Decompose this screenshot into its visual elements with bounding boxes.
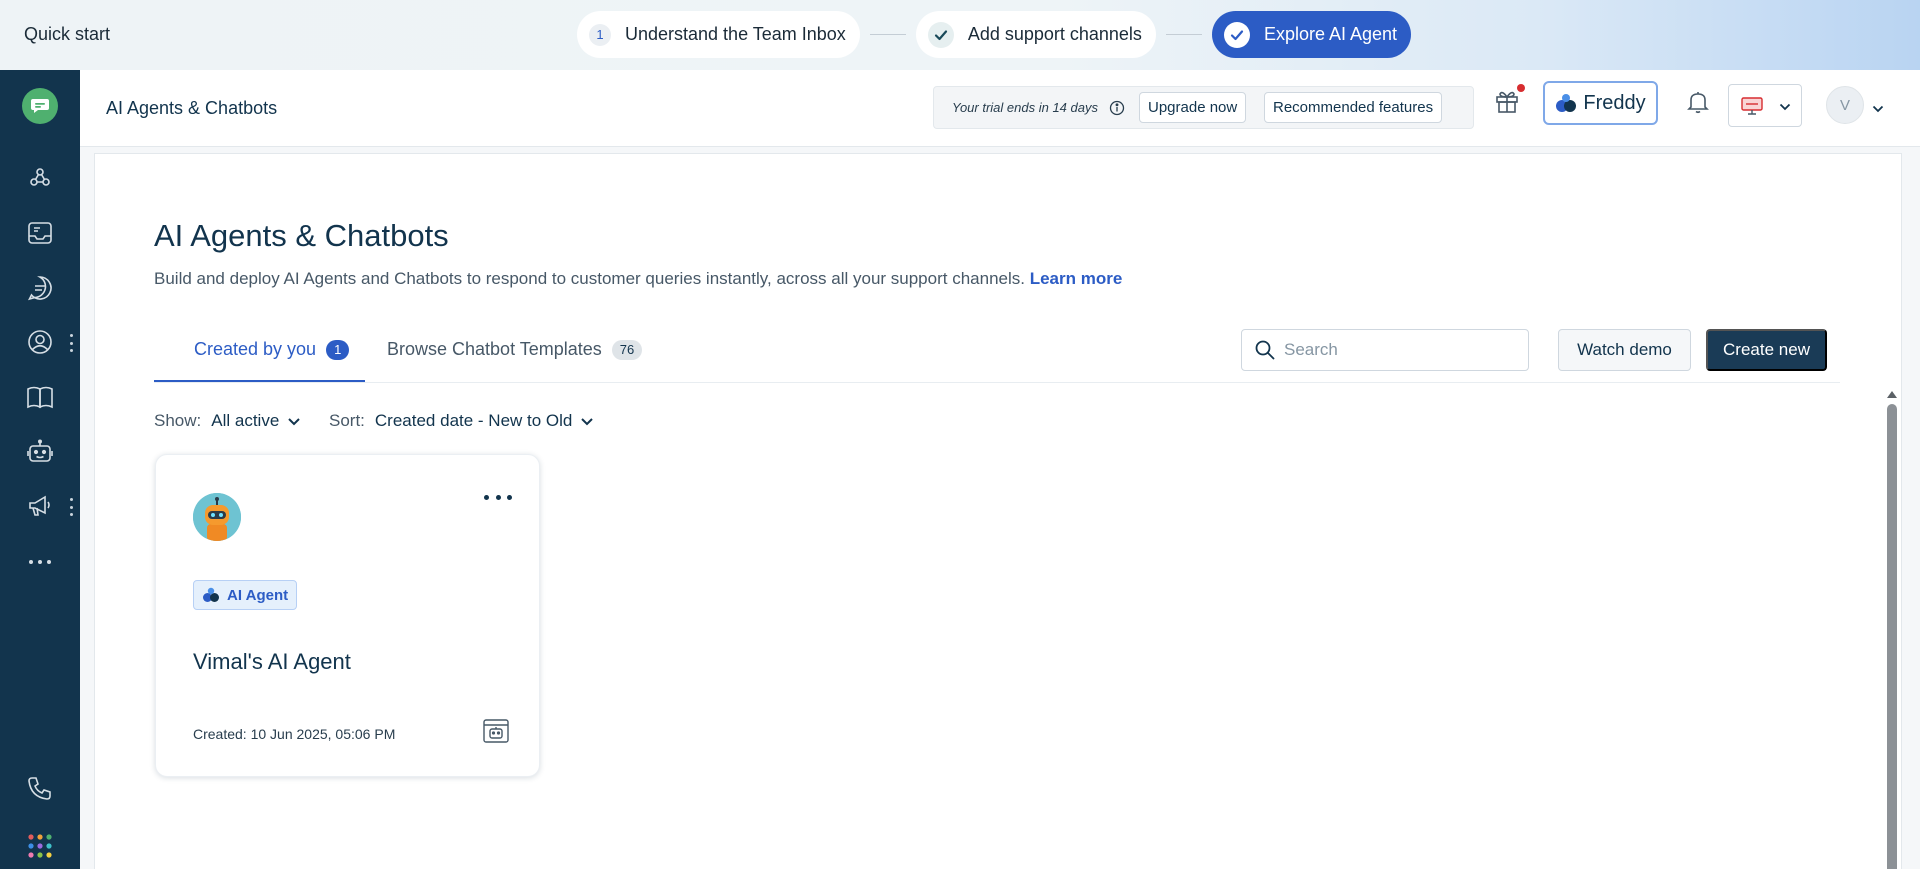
- header-title: AI Agents & Chatbots: [106, 98, 278, 118]
- step-label: Add support channels: [967, 24, 1142, 44]
- bell-icon[interactable]: [1687, 90, 1711, 116]
- bot-icon[interactable]: [26, 438, 54, 466]
- quick-start-title: Quick start: [24, 24, 111, 44]
- avatar[interactable]: V: [1826, 86, 1864, 124]
- hub-icon[interactable]: [26, 164, 54, 192]
- description-text: Build and deploy AI Agents and Chatbots …: [154, 269, 1025, 288]
- top-header: AI Agents & Chatbots Your trial ends in …: [80, 70, 1920, 147]
- freddy-icon: [203, 587, 219, 602]
- contacts-more-dots-icon[interactable]: [68, 334, 74, 352]
- search-icon: [1255, 340, 1275, 360]
- step-label: Understand the Team Inbox: [625, 24, 846, 44]
- info-icon[interactable]: [1109, 100, 1125, 116]
- tab-browse-chatbot-templates[interactable]: Browse Chatbot Templates 76: [387, 339, 643, 383]
- main-content: AI Agents & Chatbots Build and deploy AI…: [94, 153, 1902, 869]
- sort-value: Created date - New to Old: [374, 411, 573, 430]
- search-box[interactable]: [1241, 329, 1529, 371]
- recommended-features-button[interactable]: Recommended features: [1264, 92, 1443, 123]
- page-title: AI Agents & Chatbots: [154, 218, 449, 253]
- step-connector: [1165, 34, 1202, 35]
- chevron-down-icon: [288, 417, 300, 425]
- tab-label: Browse Chatbot Templates: [387, 339, 602, 359]
- freddy-button[interactable]: Freddy: [1543, 81, 1658, 125]
- agent-name: Vimal's AI Agent: [193, 649, 351, 674]
- create-new-button[interactable]: Create new: [1706, 329, 1827, 371]
- page-description: Build and deploy AI Agents and Chatbots …: [154, 269, 1122, 289]
- learn-more-link[interactable]: Learn more: [1030, 269, 1123, 288]
- tabs-divider: [154, 382, 1840, 383]
- tab-label: Created by you: [194, 339, 317, 359]
- chevron-down-icon[interactable]: [1872, 100, 1884, 113]
- check-icon: [927, 21, 954, 48]
- campaigns-more-dots-icon[interactable]: [68, 498, 74, 516]
- freddy-icon: [1556, 94, 1577, 112]
- search-input[interactable]: [1284, 340, 1504, 360]
- tab-created-by-you[interactable]: Created by you 1: [154, 339, 365, 383]
- app-logo-icon[interactable]: [22, 88, 58, 124]
- chevron-down-icon: [1779, 103, 1791, 111]
- conversations-icon[interactable]: [26, 274, 54, 302]
- step-explore-ai-agent[interactable]: Explore AI Agent: [1211, 11, 1412, 58]
- show-filter: Show: All active: [154, 411, 301, 431]
- step-label: Explore AI Agent: [1263, 24, 1398, 44]
- left-sidebar: [0, 70, 80, 869]
- phone-icon[interactable]: [26, 774, 54, 802]
- freddy-label: Freddy: [1583, 91, 1646, 114]
- scroll-up-arrow-icon[interactable]: [1886, 386, 1898, 398]
- badge-label: AI Agent: [227, 586, 289, 604]
- quick-start-bar: Quick start 1 Understand the Team Inbox …: [0, 0, 1920, 70]
- apps-grid-icon[interactable]: [26, 832, 54, 860]
- step-number: 1: [589, 23, 611, 46]
- knowledge-base-icon[interactable]: [26, 383, 54, 411]
- trial-banner: Your trial ends in 14 days Upgrade now R…: [933, 86, 1474, 129]
- tab-count-badge: 1: [326, 340, 350, 360]
- trial-text: Your trial ends in 14 days: [952, 100, 1098, 115]
- step-connector: [869, 34, 906, 35]
- step-understand-team-inbox[interactable]: 1 Understand the Team Inbox: [577, 11, 860, 58]
- contacts-icon[interactable]: [26, 328, 54, 356]
- scrollbar-thumb[interactable]: [1887, 404, 1897, 869]
- watch-demo-button[interactable]: Watch demo: [1558, 329, 1691, 371]
- web-widget-icon[interactable]: [482, 717, 510, 745]
- sort-dropdown[interactable]: Created date - New to Old: [375, 411, 594, 431]
- sort-filter: Sort: Created date - New to Old: [329, 411, 594, 431]
- show-label: Show:: [154, 411, 202, 430]
- show-value: All active: [211, 411, 280, 430]
- campaigns-icon[interactable]: [26, 492, 54, 520]
- agent-card[interactable]: AI Agent Vimal's AI Agent Created: 10 Ju…: [155, 454, 540, 777]
- agent-created-date: Created: 10 Jun 2025, 05:06 PM: [193, 726, 396, 742]
- vertical-scrollbar[interactable]: [1886, 386, 1898, 869]
- more-icon[interactable]: [26, 548, 54, 576]
- inbox-icon[interactable]: [26, 219, 54, 247]
- card-more-options-icon[interactable]: [484, 489, 512, 505]
- notification-dot: [1517, 84, 1525, 92]
- upgrade-now-button[interactable]: Upgrade now: [1139, 92, 1247, 123]
- sort-label: Sort:: [329, 411, 365, 430]
- step-add-support-channels[interactable]: Add support channels: [915, 11, 1156, 58]
- robot-avatar-icon: [193, 493, 241, 541]
- quick-start-steps: 1 Understand the Team Inbox Add support …: [577, 11, 1412, 58]
- monitor-icon: [1741, 97, 1763, 115]
- chevron-down-icon: [581, 417, 594, 425]
- agent-type-badge: AI Agent: [193, 580, 298, 610]
- tab-count-badge: 76: [611, 340, 643, 360]
- show-filter-dropdown[interactable]: All active: [211, 411, 301, 431]
- channel-status-dropdown[interactable]: [1728, 84, 1802, 127]
- check-icon: [1223, 21, 1250, 48]
